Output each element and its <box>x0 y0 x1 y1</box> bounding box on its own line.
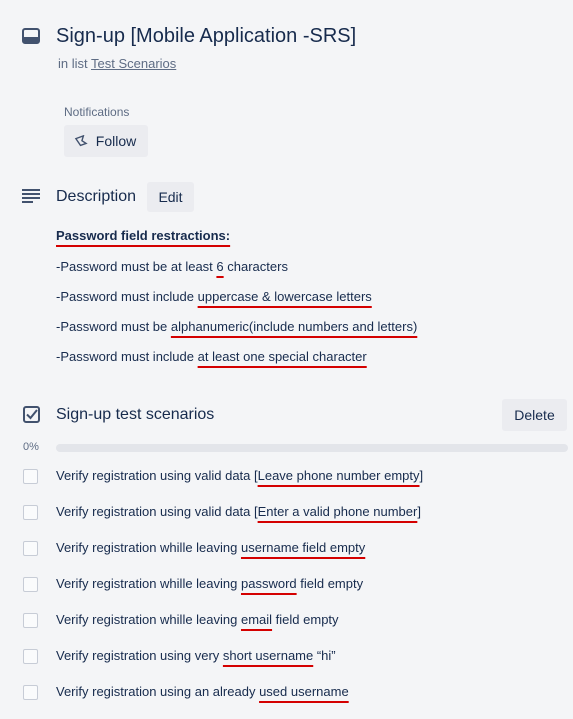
description-title: Description <box>56 188 137 205</box>
card-title: Sign-up [Mobile Application -SRS] <box>56 25 357 47</box>
checklist-item[interactable]: Verify registration using an already use… <box>56 684 349 699</box>
in-list-prefix: in list <box>58 56 91 71</box>
checklist-item-checkbox[interactable] <box>23 649 38 664</box>
description-line: -Password must be at least 6 characters <box>56 259 288 274</box>
checklist-item[interactable]: Verify registration whille leaving passw… <box>56 576 363 591</box>
card-icon <box>22 28 40 44</box>
in-list-text: in list Test Scenarios <box>58 56 176 71</box>
progress-bar <box>56 444 568 452</box>
checklist-item-checkbox[interactable] <box>23 469 38 484</box>
delete-checklist-button[interactable]: Delete <box>502 399 567 431</box>
checklist-item-checkbox[interactable] <box>23 541 38 556</box>
description-icon <box>22 189 40 203</box>
description-line: -Password must include uppercase & lower… <box>56 289 372 304</box>
description-line: -Password must include at least one spec… <box>56 349 367 364</box>
checklist-item-checkbox[interactable] <box>23 577 38 592</box>
checklist-title: Sign-up test scenarios <box>56 406 215 423</box>
description-heading-text: Password field restractions: <box>56 228 231 243</box>
list-link[interactable]: Test Scenarios <box>91 56 176 71</box>
progress-percent: 0% <box>23 441 39 453</box>
description-line: -Password must be alphanumeric(include n… <box>56 319 418 334</box>
checklist-item-checkbox[interactable] <box>23 613 38 628</box>
checklist-item-checkbox[interactable] <box>23 505 38 520</box>
checklist-item-checkbox[interactable] <box>23 685 38 700</box>
checklist-item[interactable]: Verify registration whille leaving usern… <box>56 540 365 555</box>
follow-label: Follow <box>95 133 137 149</box>
checklist-item[interactable]: Verify registration whille leaving email… <box>56 612 339 627</box>
description-heading: Password field restractions: <box>56 228 230 243</box>
checklist-icon <box>23 406 40 423</box>
eye-icon <box>74 135 88 147</box>
checklist-item[interactable]: Verify registration using valid data [En… <box>56 504 421 519</box>
checklist-item[interactable]: Verify registration using very short use… <box>56 648 336 663</box>
edit-description-button[interactable]: Edit <box>147 182 194 212</box>
notifications-label: Notifications <box>64 105 130 119</box>
follow-button[interactable]: Follow <box>64 125 148 157</box>
checklist-item[interactable]: Verify registration using valid data [Le… <box>56 468 423 483</box>
